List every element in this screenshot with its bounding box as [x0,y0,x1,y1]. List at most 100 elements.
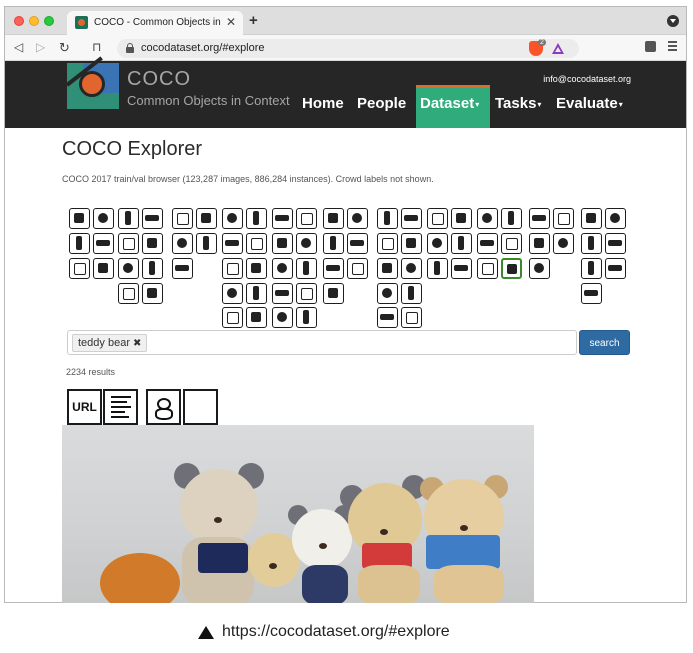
horse-icon[interactable] [222,233,243,254]
stop-sign-icon[interactable] [142,233,164,254]
truck-icon[interactable] [581,258,602,279]
surfboard-icon[interactable] [222,307,243,328]
skateboard-icon[interactable] [246,283,268,304]
giraffe-icon[interactable] [581,283,602,304]
extensions-icon[interactable] [645,41,656,52]
kite-icon[interactable] [246,258,268,279]
parking-meter-icon[interactable] [172,233,193,254]
chair-icon[interactable] [401,208,423,229]
donut-icon[interactable] [272,307,293,328]
microwave-icon[interactable] [501,208,523,229]
orange-icon[interactable] [377,233,398,254]
bus-icon[interactable] [93,258,115,279]
tie-icon[interactable] [605,233,627,254]
teddy-bear-icon[interactable] [501,258,523,279]
oven-icon[interactable] [529,208,550,229]
fire-hydrant-icon[interactable] [172,208,193,229]
airplane-icon[interactable] [118,233,139,254]
new-tab-button[interactable]: + [249,12,258,29]
toothbrush-icon[interactable] [377,283,398,304]
frisbee-icon[interactable] [246,208,268,229]
nav-people[interactable]: People [357,95,406,112]
knife-icon[interactable] [296,258,318,279]
show-url-button[interactable]: URL [67,389,102,425]
reload-icon[interactable]: ↻ [59,40,70,56]
nav-tasks[interactable]: Tasks▾ [495,95,541,112]
broccoli-icon[interactable] [323,258,344,279]
boat-icon[interactable] [605,258,627,279]
search-tag-teddy-bear[interactable]: teddy bear ✖ [72,334,148,352]
hot-dog-icon[interactable] [296,283,318,304]
browser-menu-icon[interactable] [668,41,677,51]
elephant-icon[interactable] [118,283,139,304]
cake-icon[interactable] [296,307,318,328]
sports-ball-icon[interactable] [272,233,293,254]
toilet-icon[interactable] [401,258,423,279]
hair-drier-icon[interactable] [529,258,550,279]
laptop-icon[interactable] [477,208,498,229]
nav-evaluate[interactable]: Evaluate▾ [556,95,623,112]
cat-icon[interactable] [222,208,243,229]
browser-tab[interactable]: COCO - Common Objects in Co ✕ [67,11,243,35]
toaster-icon[interactable] [501,233,523,254]
bottle-icon[interactable] [296,208,318,229]
remove-tag-icon[interactable]: ✖ [133,338,141,349]
umbrella-icon[interactable] [605,208,627,229]
fork-icon[interactable] [323,233,344,254]
handbag-icon[interactable] [69,233,90,254]
dog-icon[interactable] [196,233,218,254]
cow-icon[interactable] [222,258,243,279]
carrot-icon[interactable] [347,258,369,279]
skis-icon[interactable] [272,208,293,229]
apple-icon[interactable] [377,208,398,229]
pizza-icon[interactable] [323,283,344,304]
tab-close-icon[interactable]: ✕ [226,15,236,29]
nav-dataset[interactable]: Dataset▾ [420,95,479,112]
baseball-bat-icon[interactable] [272,258,293,279]
snowboard-icon[interactable] [246,233,268,254]
remote-icon[interactable] [477,233,498,254]
coco-logo[interactable] [65,56,119,109]
search-button[interactable]: search [579,330,630,355]
bench-icon[interactable] [142,258,164,279]
spoon-icon[interactable] [272,283,293,304]
train-icon[interactable] [118,258,139,279]
address-bar[interactable]: cocodataset.org/#explore 2 [117,39,579,58]
dining-table-icon[interactable] [377,258,398,279]
tab-search-icon[interactable] [667,15,679,27]
bicycle-icon[interactable] [93,208,115,229]
bed-icon[interactable] [427,233,448,254]
wine-glass-icon[interactable] [323,208,344,229]
suitcase-icon[interactable] [69,258,90,279]
banana-icon[interactable] [347,208,369,229]
clock-icon[interactable] [581,208,602,229]
minimize-window-button[interactable] [29,16,39,26]
bird-icon[interactable] [196,208,218,229]
scissors-icon[interactable] [581,233,602,254]
contact-email-link[interactable]: info@cocodataset.org [543,74,631,84]
baseball-glove-icon[interactable] [222,283,243,304]
teddy-bear-toggle-button[interactable] [146,389,181,425]
cup-icon[interactable] [296,233,318,254]
nav-home[interactable]: Home [302,95,344,112]
bear-icon[interactable] [142,283,164,304]
mouse-icon[interactable] [451,233,473,254]
forward-icon[interactable]: ▷ [36,40,45,54]
keyboard-icon[interactable] [427,258,448,279]
person-icon[interactable] [69,208,90,229]
refrigerator-icon[interactable] [477,258,498,279]
person-icon[interactable] [377,307,398,328]
bookmark-icon[interactable]: ⊓ [92,40,101,54]
sink-icon[interactable] [529,233,550,254]
zebra-icon[interactable] [401,283,423,304]
result-image-teddy-bears[interactable] [62,425,534,603]
maximize-window-button[interactable] [44,16,54,26]
car-icon[interactable] [118,208,139,229]
sheep-icon[interactable] [172,258,193,279]
vase-icon[interactable] [553,233,575,254]
book-icon[interactable] [553,208,575,229]
couch-icon[interactable] [427,208,448,229]
sandwich-icon[interactable] [347,233,369,254]
bicycle-icon[interactable] [401,307,423,328]
potted-plant-icon[interactable] [401,233,423,254]
